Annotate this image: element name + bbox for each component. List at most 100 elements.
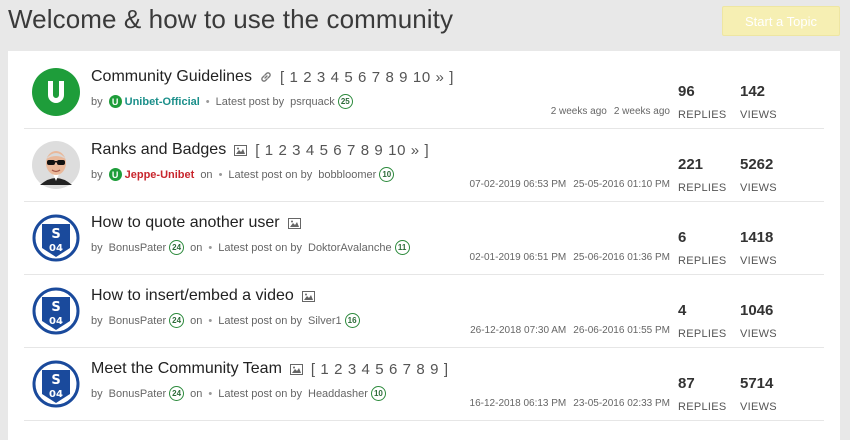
unibet-logo-icon: U xyxy=(108,168,122,181)
separator-dot: • xyxy=(208,241,213,254)
replies-label: REPLIES xyxy=(678,401,727,413)
topic-author[interactable]: BonusPater xyxy=(109,315,166,327)
topic-dates: 02-01-2019 06:51 PM 25-06-2016 01:36 PM xyxy=(470,252,670,263)
topic-started-date: 26-12-2018 07:30 AM xyxy=(470,325,567,336)
topic-last-date: 2 weeks ago xyxy=(613,106,670,117)
views-stat: 1046 VIEWS xyxy=(740,302,777,340)
topic-title[interactable]: How to insert/embed a video xyxy=(91,287,294,305)
topic-author[interactable]: BonusPater xyxy=(109,242,166,254)
separator-dot: • xyxy=(205,95,210,108)
rank-badge: 16 xyxy=(344,313,360,328)
user-avatar-icon[interactable] xyxy=(32,141,80,189)
rank-badge: 24 xyxy=(169,386,185,401)
views-label: VIEWS xyxy=(740,182,777,194)
rank-badge: 11 xyxy=(394,240,410,255)
topic-author[interactable]: Jeppe-Unibet xyxy=(125,169,195,181)
replies-label: REPLIES xyxy=(678,182,727,194)
on-label: on xyxy=(200,168,213,181)
topic-title[interactable]: Ranks and Badges xyxy=(91,141,226,159)
rank-badge: 24 xyxy=(169,313,185,328)
topic-row-community-team[interactable]: S 04 Meet the Community Team [ 1 2 3 4 5… xyxy=(24,348,824,421)
latest-post-label: Latest post on by xyxy=(218,387,302,400)
by-label: by xyxy=(91,168,103,181)
topic-row-community-guidelines[interactable]: Community Guidelines [ 1 2 3 4 5 6 7 8 9… xyxy=(24,56,824,129)
schalke-avatar-icon[interactable]: S 04 xyxy=(32,360,80,408)
topic-last-date: 25-05-2016 01:10 PM xyxy=(573,179,670,190)
latest-post-user[interactable]: psrquack xyxy=(290,96,335,108)
views-stat: 5262 VIEWS xyxy=(740,156,777,194)
page-title: Welcome & how to use the community xyxy=(8,4,454,34)
replies-count: 6 xyxy=(678,229,687,246)
latest-post-user[interactable]: Silver1 xyxy=(308,315,342,327)
topic-started-date: 07-02-2019 06:53 PM xyxy=(469,179,567,190)
svg-text:S: S xyxy=(51,227,60,242)
by-label: by xyxy=(91,95,103,108)
topic-dates: 16-12-2018 06:13 PM 23-05-2016 02:33 PM xyxy=(470,398,670,409)
latest-post-user[interactable]: DoktorAvalanche xyxy=(308,242,392,254)
views-label: VIEWS xyxy=(740,328,777,340)
latest-post-label: Latest post on by xyxy=(228,168,313,181)
schalke-avatar-icon[interactable]: S 04 xyxy=(32,214,80,262)
unibet-avatar-icon[interactable] xyxy=(32,68,80,116)
replies-count: 87 xyxy=(678,375,695,392)
topic-last-date: 23-05-2016 02:33 PM xyxy=(573,398,670,409)
topic-author[interactable]: BonusPater xyxy=(109,388,166,400)
rank-badge: 25 xyxy=(337,94,353,109)
topic-author[interactable]: Unibet-Official xyxy=(125,96,200,108)
separator-dot: • xyxy=(218,168,223,181)
replies-label: REPLIES xyxy=(678,328,727,340)
topic-last-date: 25-06-2016 01:36 PM xyxy=(573,252,670,263)
on-label: on xyxy=(190,241,203,254)
image-icon xyxy=(289,363,303,375)
topic-list: Community Guidelines [ 1 2 3 4 5 6 7 8 9… xyxy=(8,51,840,440)
replies-stat: 4 REPLIES xyxy=(678,302,727,340)
on-label: on xyxy=(190,314,203,327)
by-label: by xyxy=(91,241,103,254)
topic-title[interactable]: Community Guidelines xyxy=(91,68,252,86)
views-stat: 142 VIEWS xyxy=(740,83,777,121)
separator-dot: • xyxy=(208,314,213,327)
topic-pagination[interactable]: [ 1 2 3 4 5 6 7 8 9 ] xyxy=(311,361,449,378)
link-icon xyxy=(260,71,272,83)
image-icon xyxy=(301,290,315,302)
image-icon xyxy=(234,144,248,156)
rank-badge: 10 xyxy=(379,167,395,182)
image-icon xyxy=(287,217,301,229)
svg-text:04: 04 xyxy=(49,316,63,327)
topic-dates: 2 weeks ago 2 weeks ago xyxy=(551,106,670,117)
topic-row-quote-user[interactable]: S 04 How to quote another user by BonusP… xyxy=(24,202,824,275)
replies-count: 4 xyxy=(678,302,687,319)
start-topic-button[interactable]: Start a Topic xyxy=(722,6,840,36)
topic-row-ranks-and-badges[interactable]: Ranks and Badges [ 1 2 3 4 5 6 7 8 9 10 … xyxy=(24,129,824,202)
replies-label: REPLIES xyxy=(678,109,727,121)
svg-text:04: 04 xyxy=(49,243,63,254)
latest-post-label: Latest post on by xyxy=(218,314,302,327)
replies-stat: 96 REPLIES xyxy=(678,83,727,121)
rank-badge: 10 xyxy=(370,386,386,401)
topic-started-date: 16-12-2018 06:13 PM xyxy=(469,398,567,409)
topic-started-date: 02-01-2019 06:51 PM xyxy=(469,252,567,263)
latest-post-user[interactable]: Headdasher xyxy=(308,388,368,400)
topic-pagination[interactable]: [ 1 2 3 4 5 6 7 8 9 10 » ] xyxy=(255,142,429,159)
by-label: by xyxy=(91,387,103,400)
svg-text:04: 04 xyxy=(49,389,63,400)
views-label: VIEWS xyxy=(740,255,777,267)
replies-stat: 87 REPLIES xyxy=(678,375,727,413)
topic-title[interactable]: Meet the Community Team xyxy=(91,360,282,378)
views-label: VIEWS xyxy=(740,401,777,413)
on-label: on xyxy=(190,387,203,400)
topic-dates: 07-02-2019 06:53 PM 25-05-2016 01:10 PM xyxy=(470,179,670,190)
schalke-avatar-icon[interactable]: S 04 xyxy=(32,287,80,335)
views-count: 1418 xyxy=(740,229,774,246)
latest-post-label: Latest post on by xyxy=(218,241,302,254)
topic-row-embed-video[interactable]: S 04 How to insert/embed a video by Bonu… xyxy=(24,275,824,348)
topic-pagination[interactable]: [ 1 2 3 4 5 6 7 8 9 10 » ] xyxy=(280,69,454,86)
svg-text:S: S xyxy=(51,300,60,315)
topic-title[interactable]: How to quote another user xyxy=(91,214,280,232)
latest-post-user[interactable]: bobbloomer xyxy=(318,169,376,181)
topic-last-date: 26-06-2016 01:55 PM xyxy=(573,325,670,336)
topic-dates: 26-12-2018 07:30 AM 26-06-2016 01:55 PM xyxy=(470,325,670,336)
replies-stat: 6 REPLIES xyxy=(678,229,727,267)
views-count: 5262 xyxy=(740,156,774,173)
latest-post-label: Latest post by xyxy=(215,95,285,108)
